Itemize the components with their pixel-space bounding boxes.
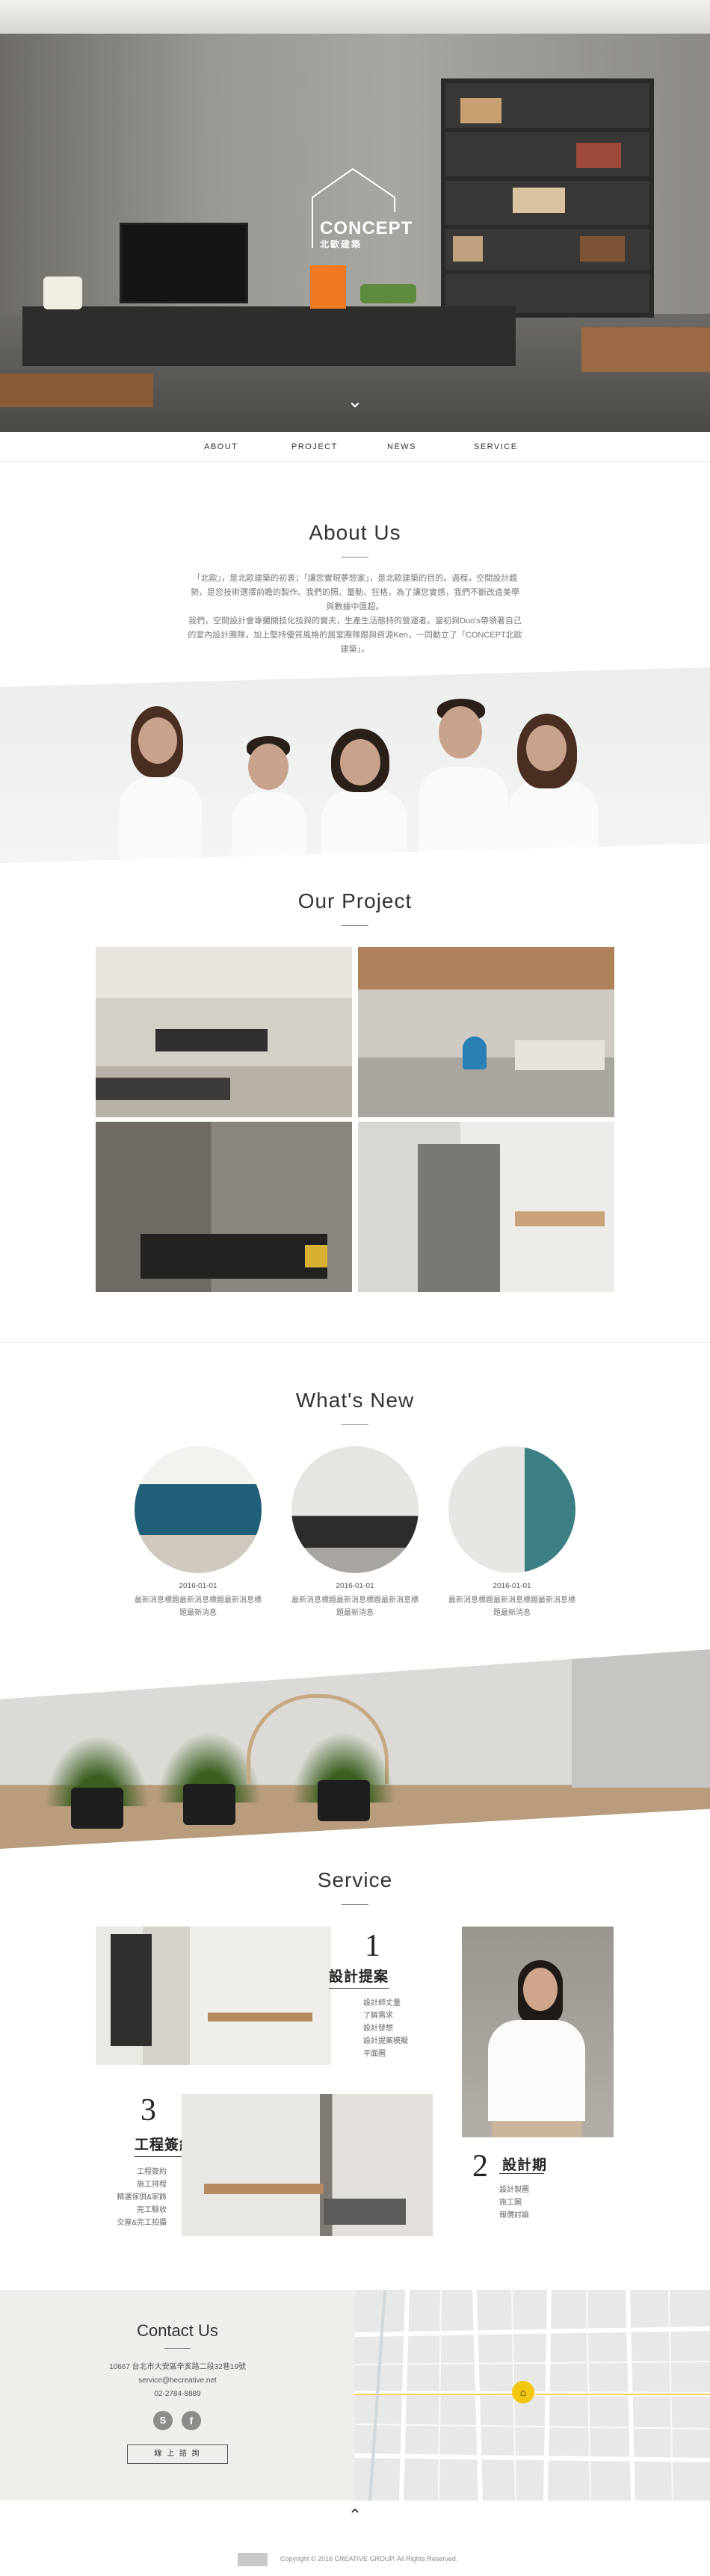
service-step-3-underline: [135, 2156, 183, 2157]
footer: ⌃ Copyright © 2016 CREATIVE GROUP. All R…: [0, 2501, 710, 2576]
news-date: 2016-01-01: [179, 1582, 217, 1590]
service-title: Service: [317, 1868, 393, 1891]
map[interactable]: ⌂: [355, 2290, 710, 2501]
news-thumbnail[interactable]: [448, 1446, 575, 1573]
service-step-2-number: 2: [472, 2149, 488, 2184]
contact-address: 10667 台北市大安區辛亥路二段32巷19號: [109, 2363, 246, 2371]
hero-wood-table: [0, 374, 153, 407]
page: CONCEPT 北歐建築 ⌄ ABOUT PROJECT NEWS SERVIC…: [0, 0, 710, 2576]
facebook-icon[interactable]: f: [182, 2411, 201, 2430]
team-member: [116, 706, 206, 863]
news-divider: [342, 1424, 368, 1425]
news-text[interactable]: 最新消息標題最新消息標題最新消息標題最新消息: [291, 1594, 419, 1619]
contact-section: Contact Us 10667 台北市大安區辛亥路二段32巷19號 servi…: [0, 2290, 710, 2501]
hero-lamp: [43, 277, 82, 309]
plants-photo-band: [0, 1649, 710, 1849]
news-date: 2016-01-01: [336, 1582, 374, 1590]
skype-icon[interactable]: S: [153, 2411, 173, 2430]
service-divider: [342, 1904, 368, 1905]
map-pin-icon[interactable]: ⌂: [512, 2381, 534, 2403]
team-member: [228, 736, 310, 863]
service-step-2-list: 設計製圖 施工圖 報價討論: [499, 2186, 529, 2220]
news-text[interactable]: 最新消息標題最新消息標題最新消息標題最新消息: [135, 1594, 262, 1619]
service-step-1-list: 設計師丈量 了解需求 設計發想 設計提案模擬 平面圖: [363, 1999, 408, 2058]
main-nav: ABOUT PROJECT NEWS SERVICE: [0, 432, 710, 462]
brand-name: CONCEPT: [320, 218, 413, 238]
project-divider: [342, 925, 368, 926]
contact-divider: [164, 2348, 191, 2349]
hero-ceiling: [0, 0, 710, 34]
service-step-1-title: 設計提案: [329, 1969, 389, 1985]
hero-banner: CONCEPT 北歐建築 ⌄: [0, 0, 710, 432]
nav-item-project[interactable]: PROJECT: [291, 442, 338, 451]
service-step-2-underline: [499, 2173, 544, 2174]
online-consult-button[interactable]: 線 上 諮 詢: [127, 2444, 228, 2464]
hero-plants: [360, 284, 416, 303]
contact-email[interactable]: service@hecreative.net: [0, 2374, 355, 2388]
service-step-3-list: 工程簽約 施工排程 精選傢俱&家飾 完工驗收 交屋&完工拍攝: [117, 2168, 167, 2227]
about-paragraph-1: 「北歐」，是北歐建築的初衷；「讓您實現夢想家」，是北歐建築的目的。過程，空間設計…: [191, 574, 519, 611]
project-card[interactable]: [358, 1122, 614, 1292]
nav-item-about[interactable]: ABOUT: [204, 442, 238, 451]
service-image-3: [182, 2094, 433, 2236]
about-title: About Us: [309, 521, 401, 544]
contact-phone[interactable]: 02-2784-8889: [0, 2388, 355, 2401]
team-member: [415, 699, 512, 863]
nav-item-news[interactable]: NEWS: [387, 442, 416, 451]
news-date: 2016-01-01: [493, 1582, 531, 1590]
section-separator: [0, 1342, 710, 1343]
project-card[interactable]: [96, 947, 352, 1117]
contact-info: 10667 台北市大安區辛亥路二段32巷19號 service@hecreati…: [0, 2361, 355, 2401]
service-step-3-number: 3: [141, 2093, 156, 2128]
news-item[interactable]: 2016-01-01 最新消息標題最新消息標題最新消息標題最新消息: [291, 1446, 419, 1618]
news-item[interactable]: 2016-01-01 最新消息標題最新消息標題最新消息標題最新消息: [448, 1446, 575, 1618]
hero-bookshelf: [441, 78, 654, 318]
chevron-down-icon[interactable]: ⌄: [344, 391, 366, 410]
hero-decor-box: [310, 265, 346, 309]
hero-tv: [120, 223, 248, 303]
service-step-1-number: 1: [365, 1929, 380, 1963]
copyright: Copyright © 2016 CREATIVE GROUP. All Rig…: [280, 2555, 458, 2563]
team-member: [501, 714, 602, 863]
project-card[interactable]: [358, 947, 614, 1117]
service-image-1: [96, 1927, 331, 2065]
news-title: What's New: [295, 1389, 415, 1412]
hero-wood-table-right: [581, 327, 710, 372]
nav-item-service[interactable]: SERVICE: [474, 442, 518, 451]
brand-subtitle: 北歐建築: [320, 239, 362, 250]
chevron-up-icon[interactable]: ⌃: [344, 2506, 366, 2524]
news-item[interactable]: 2016-01-01 最新消息標題最新消息標題最新消息標題最新消息: [135, 1446, 262, 1618]
service-portrait: [462, 1927, 614, 2137]
contact-title: Contact Us: [137, 2321, 218, 2340]
project-grid: [96, 947, 615, 1292]
brand-logo[interactable]: CONCEPT 北歐建築: [299, 166, 413, 250]
hero-tv-cabinet: [22, 306, 516, 366]
project-card[interactable]: [96, 1122, 352, 1292]
news-thumbnail[interactable]: [135, 1446, 262, 1573]
about-paragraph-2: 我們，空間設計會專攤開技化技與的實夫，生產生活態持的營運者。當初與Duo's帶領…: [188, 617, 522, 654]
team-photo-band: [0, 667, 710, 863]
service-step-2-title: 設計期: [502, 2158, 548, 2173]
team-member: [318, 729, 411, 863]
project-title: Our Project: [297, 889, 413, 912]
news-text[interactable]: 最新消息標題最新消息標題最新消息標題最新消息: [448, 1594, 575, 1619]
footer-logo: [238, 2553, 268, 2566]
service-step-1-underline: [329, 1988, 389, 1989]
news-thumbnail[interactable]: [291, 1446, 419, 1573]
